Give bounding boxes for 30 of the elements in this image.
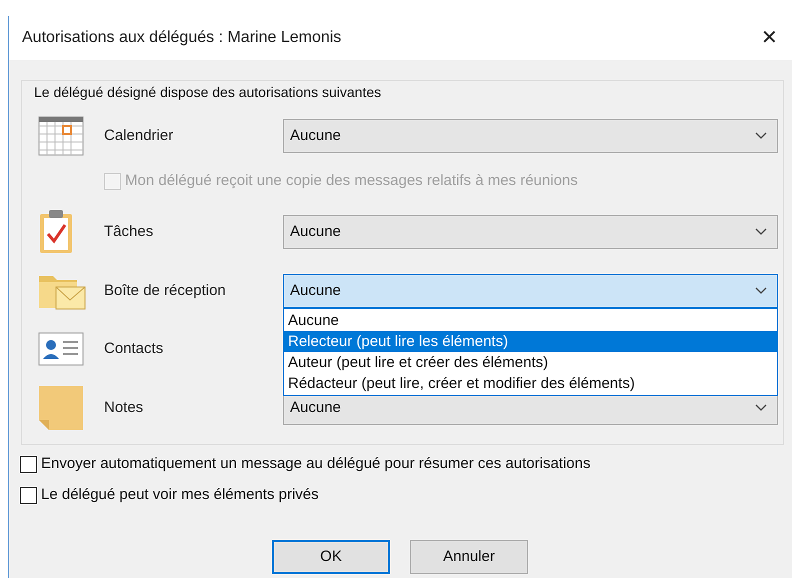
permission-dropdown[interactable]: Aucune (283, 274, 778, 308)
dropdown-option[interactable]: Relecteur (peut lire les éléments) (284, 331, 777, 352)
chevron-down-icon (755, 287, 767, 295)
checkbox[interactable] (20, 487, 37, 504)
checkbox[interactable] (20, 456, 37, 473)
permission-dropdown[interactable]: Aucune (283, 215, 778, 249)
close-button[interactable]: ✕ (753, 23, 786, 53)
dropdown-option[interactable]: Auteur (peut lire et créer des éléments) (284, 352, 777, 373)
chevron-down-icon (755, 228, 767, 236)
checkbox-label: Envoyer automatiquement un message au délégué pour résumer ces autorisations (41, 454, 590, 474)
checkbox-label: Le délégué peut voir mes éléments privés (41, 485, 319, 506)
calendar-icon (38, 116, 84, 156)
sticky-note-icon (38, 385, 84, 431)
permission-label: Contacts (104, 338, 164, 359)
dialog-button[interactable]: Annuler (410, 540, 528, 574)
permission-label: Tâches (104, 222, 154, 242)
chevron-down-icon (755, 404, 767, 412)
group-label: Le délégué désigné dispose des autorisations suivantes (34, 83, 382, 102)
window-title: Autorisations aux délégués : Marine Lemonis (22, 28, 342, 48)
contact-card-icon (38, 332, 84, 366)
dropdown-option[interactable]: Rédacteur (peut lire, créer et modifier des éléments) (284, 373, 777, 394)
dropdown-option[interactable]: Aucune (284, 310, 777, 331)
dialog-button[interactable]: OK (272, 540, 390, 574)
permission-label: Boîte de réception (104, 280, 227, 301)
clipboard-check-icon (38, 209, 74, 255)
permission-label: Notes (104, 398, 144, 418)
chevron-down-icon (755, 132, 767, 140)
checkbox-label: Mon délégué reçoit une copie des messages relatifs à mes réunions (125, 170, 578, 191)
permission-dropdown[interactable]: Aucune (283, 119, 778, 153)
permission-label: Calendrier (104, 126, 174, 146)
